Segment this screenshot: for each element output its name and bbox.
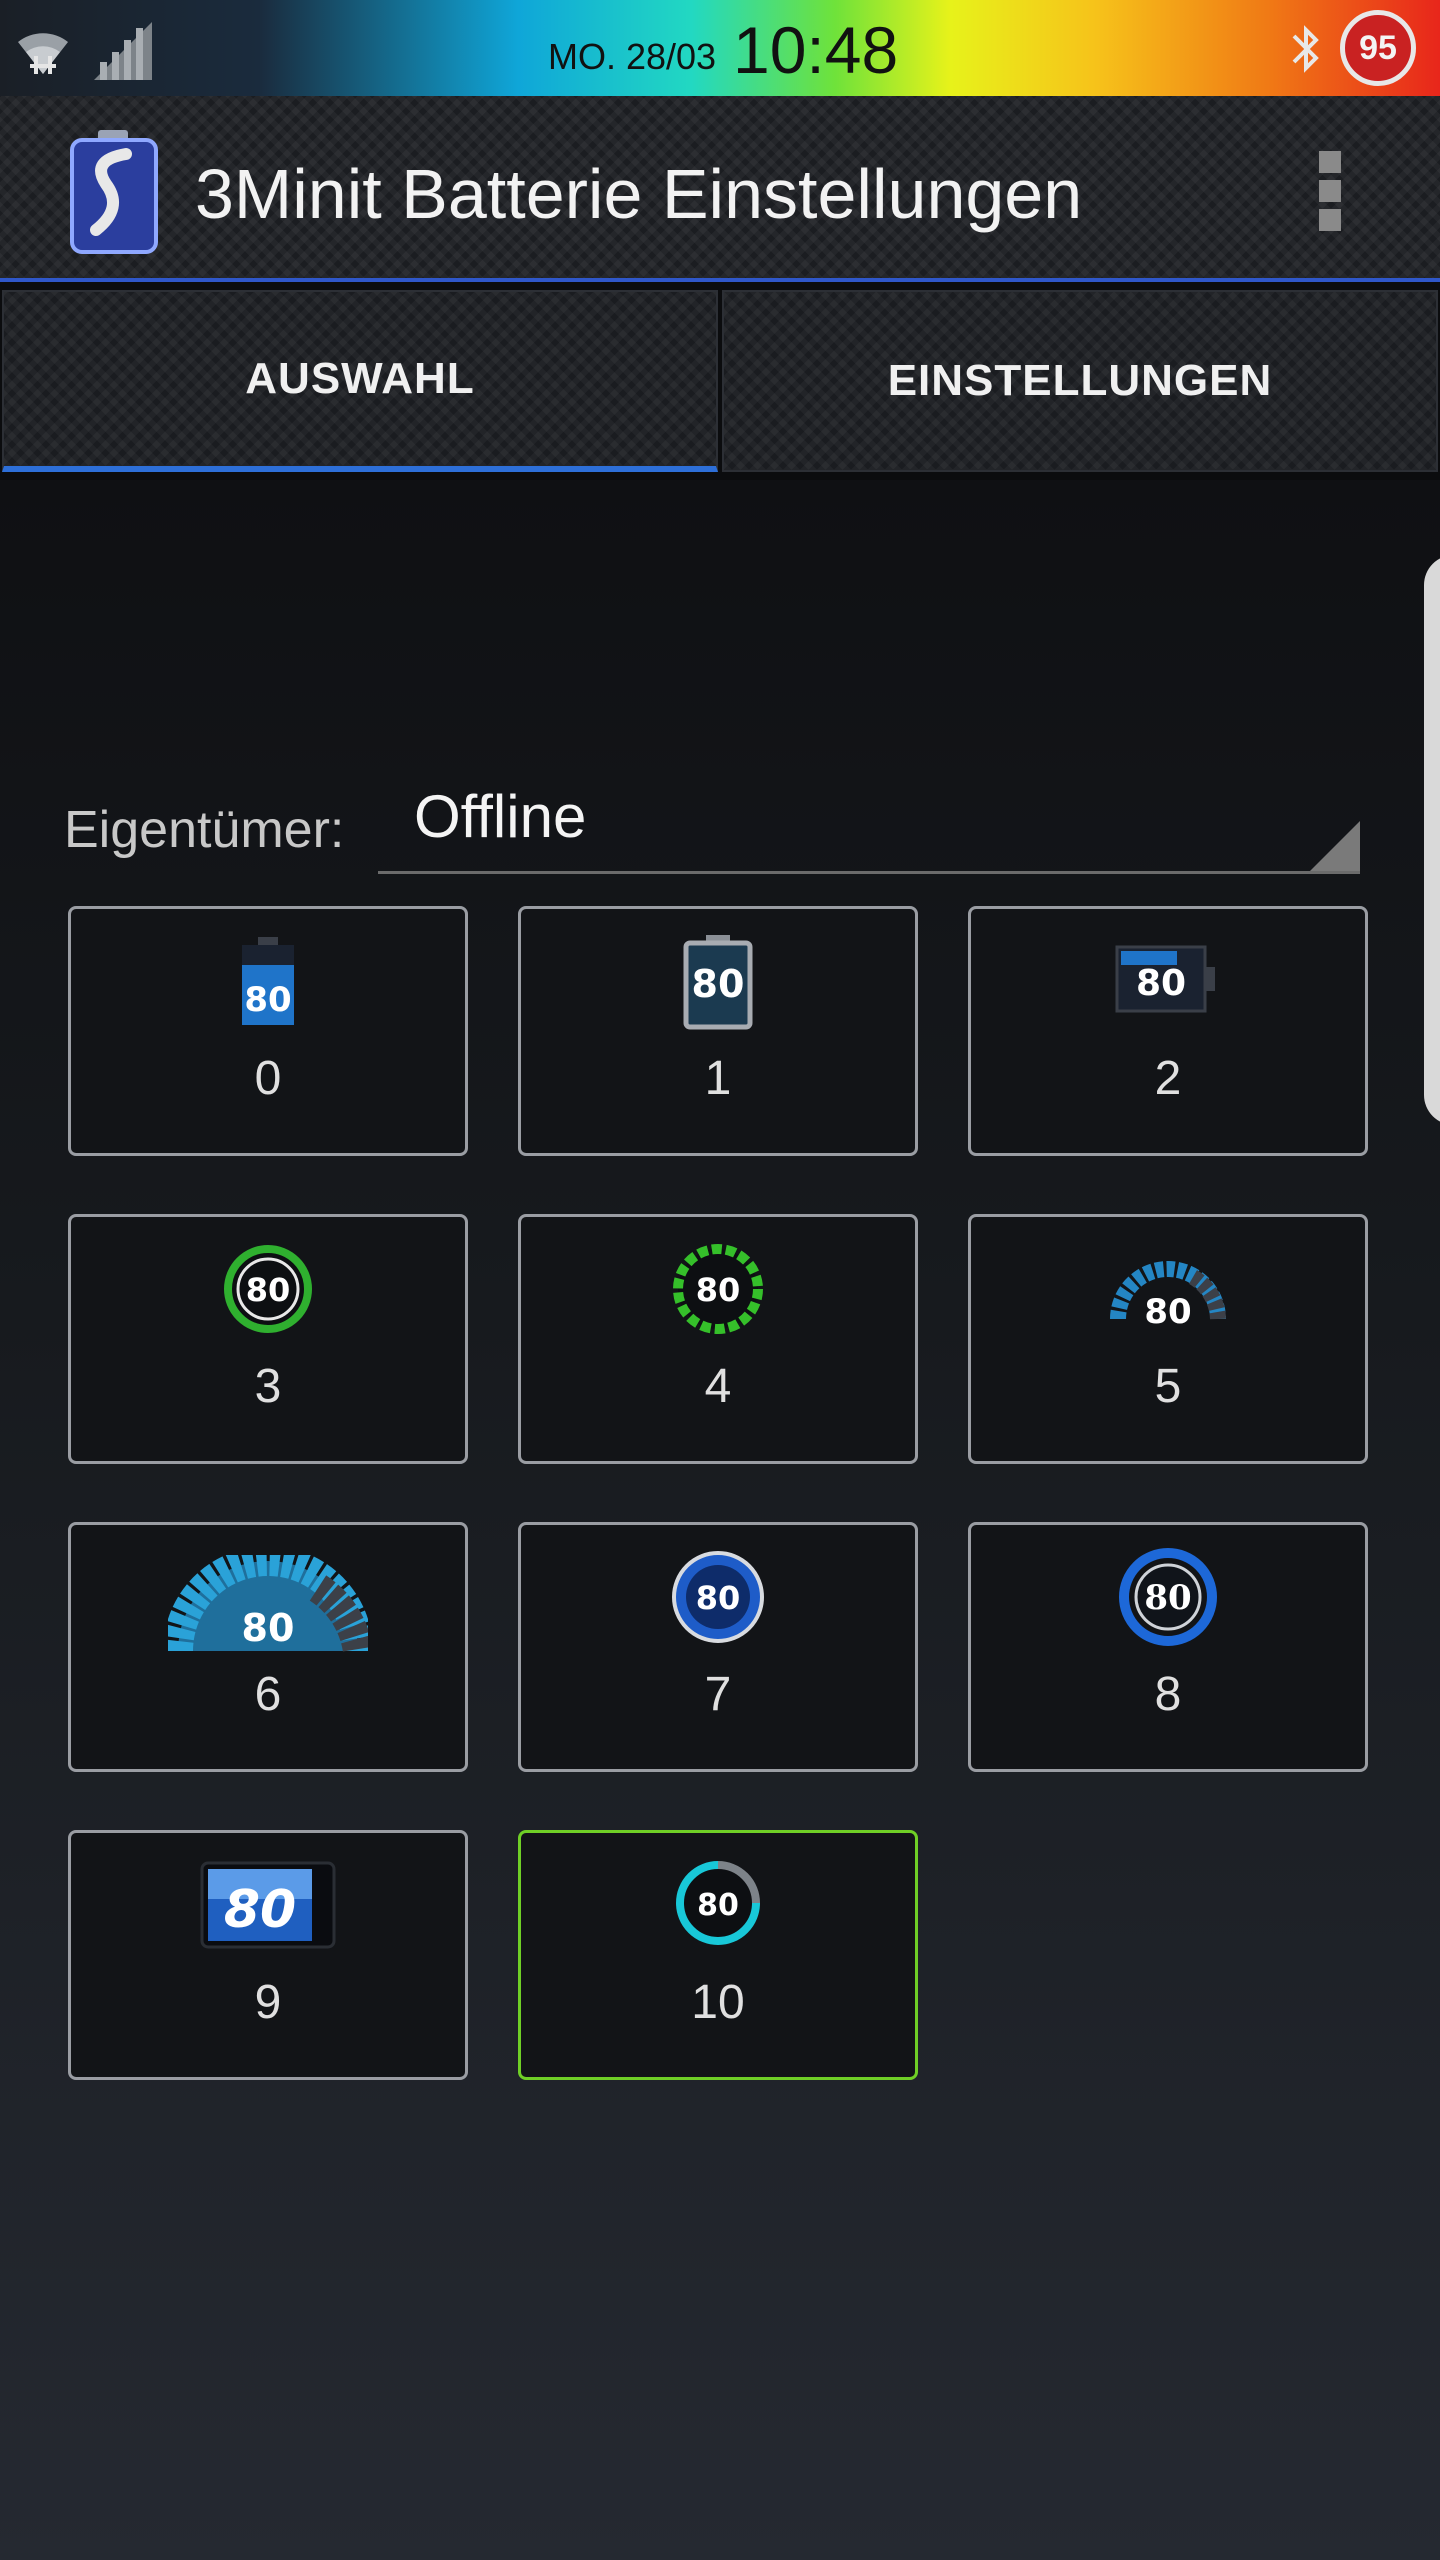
status-time: 10:48	[733, 13, 899, 87]
style-number: 8	[1154, 1668, 1182, 1721]
preview-value: 80	[696, 1579, 741, 1617]
style-tile-10[interactable]: 80 10	[518, 1830, 918, 2080]
battery-horizontal-icon: 80	[971, 931, 1365, 1031]
blue-battery-bar-icon: 80	[71, 1855, 465, 1955]
style-number: 1	[704, 1052, 732, 1105]
owner-value: Offline	[414, 783, 587, 850]
owner-label: Eigentümer:	[64, 801, 345, 859]
tab-bar: AUSWAHL EINSTELLUNGEN	[0, 282, 1440, 480]
owner-dropdown[interactable]: Offline	[378, 770, 1360, 874]
overflow-menu-icon[interactable]	[1310, 151, 1350, 241]
preview-value: 80	[696, 1271, 741, 1309]
green-ring-icon: 80	[71, 1239, 465, 1339]
style-number: 4	[704, 1360, 732, 1413]
style-number: 0	[254, 1052, 282, 1105]
style-number: 3	[254, 1360, 282, 1413]
bluetooth-icon	[1286, 22, 1326, 81]
green-segmented-ring-icon: 80	[521, 1239, 915, 1339]
style-number: 2	[1154, 1052, 1182, 1105]
tab-auswahl-label: AUSWAHL	[245, 354, 475, 403]
blue-swirl-ring-icon: 80	[971, 1547, 1365, 1647]
status-bar: MO. 28/03 10:48 95	[0, 0, 1440, 96]
style-tile-2[interactable]: 80 2	[968, 906, 1368, 1156]
preview-value: 80	[692, 962, 745, 1006]
app-title: 3Minit Batterie Einstellungen	[195, 155, 1083, 233]
app-logo-icon[interactable]	[66, 126, 162, 256]
tab-auswahl[interactable]: AUSWAHL	[2, 290, 718, 472]
preview-value: 80	[242, 1606, 295, 1650]
battery-vertical-icon: 80	[71, 931, 465, 1031]
battery-level-text: 95	[1359, 28, 1397, 67]
style-tile-8[interactable]: 80 8	[968, 1522, 1368, 1772]
style-number: 7	[704, 1668, 732, 1721]
preview-value: 80	[244, 980, 291, 1020]
battery-outline-icon: 80	[521, 931, 915, 1031]
preview-value: 80	[246, 1271, 291, 1309]
blue-orb-icon: 80	[521, 1547, 915, 1647]
dropdown-arrow-icon	[1310, 821, 1360, 871]
action-bar: 3Minit Batterie Einstellungen	[0, 96, 1440, 282]
style-number: 5	[1154, 1360, 1182, 1413]
cyan-arc-icon: 80	[521, 1855, 915, 1955]
style-number: 10	[691, 1976, 745, 2029]
large-blue-gauge-icon: 80	[71, 1555, 465, 1655]
style-tile-3[interactable]: 80 3	[68, 1214, 468, 1464]
style-tile-1[interactable]: 80 1	[518, 906, 918, 1156]
preview-value: 80	[697, 1888, 739, 1923]
style-tile-4[interactable]: 80 4	[518, 1214, 918, 1464]
style-tile-5[interactable]: 80 5	[968, 1214, 1368, 1464]
style-tile-0[interactable]: 80 0	[68, 906, 468, 1156]
tab-einstellungen-label: EINSTELLUNGEN	[887, 356, 1273, 405]
style-number: 6	[254, 1668, 282, 1721]
battery-icon: 95	[1340, 10, 1416, 86]
status-date: MO. 28/03	[548, 36, 717, 77]
preview-value: 80	[1144, 1292, 1191, 1332]
preview-value: 80	[224, 1880, 296, 1940]
blue-gauge-icon: 80	[971, 1239, 1365, 1339]
style-tile-7[interactable]: 80 7	[518, 1522, 918, 1772]
style-tile-6[interactable]: 80 6	[68, 1522, 468, 1772]
tab-einstellungen[interactable]: EINSTELLUNGEN	[722, 290, 1438, 472]
preview-value: 80	[1136, 963, 1186, 1004]
signal-icon	[90, 14, 156, 89]
preview-value: 80	[1144, 1578, 1191, 1618]
style-tile-9[interactable]: 80 9	[68, 1830, 468, 2080]
wifi-icon	[10, 14, 76, 89]
style-number: 9	[254, 1976, 282, 2029]
scroll-edge-indicator	[1424, 555, 1440, 1125]
